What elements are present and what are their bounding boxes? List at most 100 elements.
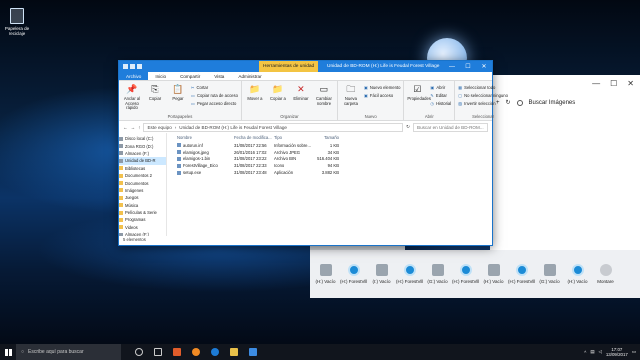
drive-tile[interactable]: (G:) Vacío bbox=[424, 264, 451, 284]
close-icon[interactable]: ✕ bbox=[627, 79, 634, 89]
drive-tile[interactable]: (H:) ForestVill... bbox=[508, 264, 535, 284]
drive-tile[interactable]: (H:) ForestVill... bbox=[396, 264, 423, 284]
nav-item[interactable]: Programas bbox=[119, 216, 166, 223]
paste-shortcut-button[interactable]: ▭ Pegar acceso directo bbox=[191, 101, 238, 106]
pin-quick-access-button[interactable]: 📌 Anclar al Acceso rápido bbox=[122, 83, 142, 113]
nav-item[interactable]: Juegos bbox=[119, 194, 166, 201]
drive-tile[interactable]: (H:) Vacío bbox=[564, 264, 591, 284]
close-button[interactable]: ✕ bbox=[476, 61, 492, 72]
select-all-button[interactable]: ▦ Seleccionar todo bbox=[458, 85, 508, 90]
invert-selection-button[interactable]: ▨ Invertir selección bbox=[458, 101, 508, 106]
edge-icon[interactable] bbox=[211, 348, 219, 356]
drive-tile[interactable]: (H:) Vacío bbox=[480, 264, 507, 284]
recycle-bin-shortcut[interactable]: Papelera de reciclaje bbox=[4, 8, 30, 36]
maximize-icon[interactable]: ☐ bbox=[610, 79, 617, 89]
new-folder-icon[interactable] bbox=[137, 64, 142, 69]
nav-item[interactable]: Música bbox=[119, 202, 166, 209]
media-player-icon[interactable] bbox=[173, 348, 181, 356]
file-row[interactable]: setup.exe 31/08/2017 23:48 Aplicación 3.882… bbox=[177, 169, 492, 176]
drive-tile[interactable]: (H:) ForestVill... bbox=[452, 264, 479, 284]
chevron-up-icon[interactable]: ^ bbox=[584, 350, 586, 355]
copy-to-button[interactable]: 📁 Copiar a bbox=[268, 83, 288, 113]
column-name[interactable]: Nombre bbox=[177, 135, 234, 140]
history-button[interactable]: ◷ Historial bbox=[430, 101, 451, 106]
breadcrumb-drive[interactable]: Unidad de BD-ROM (H:) Life is Feudal For… bbox=[179, 125, 287, 130]
microphone-icon[interactable] bbox=[135, 348, 143, 356]
notifications-icon[interactable]: ▭ bbox=[632, 349, 636, 355]
cut-button[interactable]: ✂ Cortar bbox=[191, 85, 238, 90]
nav-item-label: Documentos 2 bbox=[125, 173, 152, 179]
new-item-button[interactable]: ▣ Nuevo elemento bbox=[364, 85, 400, 90]
drive-tile-label: Montare bbox=[597, 279, 614, 284]
context-tab-label[interactable]: Herramientas de unidad bbox=[259, 61, 319, 72]
file-row[interactable]: elamigos-1.bin 31/08/2017 23:22 Archivo BI… bbox=[177, 156, 492, 163]
delete-button[interactable]: ✕ Eliminar bbox=[291, 83, 311, 113]
forward-icon[interactable]: → bbox=[131, 125, 136, 130]
tab-vista[interactable]: Vista bbox=[207, 72, 231, 80]
store-icon[interactable] bbox=[249, 348, 257, 356]
volume-icon[interactable]: ◁ bbox=[598, 349, 601, 355]
drive-tile[interactable]: (H:) Vacío bbox=[312, 264, 339, 284]
drive-tile[interactable]: (I:) Vacío bbox=[368, 264, 395, 284]
file-date: 31/08/2017 22:56 bbox=[234, 142, 267, 148]
search-input[interactable]: Buscar en Unidad de BD-ROM... bbox=[413, 122, 488, 132]
tab-compartir[interactable]: Compartir bbox=[173, 72, 207, 80]
minimize-button[interactable]: — bbox=[444, 61, 460, 72]
up-icon[interactable]: ↑ bbox=[138, 125, 140, 130]
new-folder-button[interactable]: 🗀 Nueva carpeta bbox=[341, 83, 361, 113]
file-explorer-icon[interactable] bbox=[230, 348, 238, 356]
nav-item[interactable]: Películas & Serie bbox=[119, 209, 166, 216]
tab-administrar[interactable]: Administrar bbox=[231, 72, 268, 80]
edit-button[interactable]: ✎ Editar bbox=[430, 93, 451, 98]
folder-icon[interactable] bbox=[123, 64, 128, 69]
network-icon[interactable]: ▤ bbox=[590, 349, 594, 355]
minimize-icon[interactable]: — bbox=[592, 79, 600, 89]
drive-tile[interactable]: (H:) ForestVill... bbox=[340, 264, 367, 284]
properties-button[interactable]: ☑ Propiedades bbox=[407, 83, 431, 113]
drive-tile[interactable]: Montare bbox=[592, 264, 619, 284]
easy-access-button[interactable]: ▣ Fácil acceso bbox=[364, 93, 400, 98]
tab-archivo[interactable]: Archivo bbox=[119, 72, 149, 80]
file-row[interactable]: ForestVillage_Eico 31/08/2017 22:33 Icono 9… bbox=[177, 162, 492, 169]
address-bar[interactable]: Este equipo › Unidad de BD-ROM (H:) Life… bbox=[143, 122, 404, 132]
breadcrumb-this-pc[interactable]: Este equipo bbox=[147, 125, 171, 130]
clock[interactable]: 17:07 13/09/2017 bbox=[606, 347, 628, 357]
column-date[interactable]: Fecha de modifica... bbox=[234, 135, 274, 140]
nav-item[interactable]: Documentos bbox=[119, 179, 166, 186]
nav-item[interactable]: Videos bbox=[119, 224, 166, 231]
task-view-icon[interactable] bbox=[154, 348, 162, 356]
file-row[interactable]: elamigos.jpeg 26/01/2016 17:02 Archivo JPE… bbox=[177, 149, 492, 156]
background-search[interactable]: + ↻ Buscar Imágenes bbox=[490, 99, 640, 106]
firefox-icon[interactable] bbox=[192, 348, 200, 356]
group-caption: Nuevo bbox=[364, 114, 377, 119]
file-row[interactable]: autorun.inf 31/08/2017 22:56 Información s… bbox=[177, 142, 492, 149]
refresh-icon[interactable]: ↻ bbox=[406, 124, 410, 130]
taskbar-search[interactable]: ○ Escribe aquí para buscar bbox=[16, 344, 121, 360]
nav-item[interactable]: Imágenes bbox=[119, 187, 166, 194]
properties-icon[interactable] bbox=[130, 64, 135, 69]
rename-button[interactable]: ▭ Cambiar nombre bbox=[314, 83, 334, 113]
select-none-button[interactable]: ▢ No seleccionar ninguno bbox=[458, 93, 508, 98]
file-type: Archivo BIN bbox=[274, 156, 297, 162]
paste-button[interactable]: 📋 Pegar bbox=[168, 83, 188, 113]
nav-item[interactable]: Zona RGO (D:) bbox=[119, 142, 166, 149]
nav-item[interactable]: Documentos 2 bbox=[119, 172, 166, 179]
title-bar[interactable]: Herramientas de unidad Unidad de BD-ROM … bbox=[119, 61, 492, 72]
tab-inicio[interactable]: Inicio bbox=[148, 72, 173, 80]
nav-item[interactable]: Unidad de BD-R bbox=[119, 157, 166, 165]
drive-tile[interactable]: (G:) Vacío bbox=[536, 264, 563, 284]
move-icon: 📁 bbox=[249, 84, 261, 95]
back-icon[interactable]: ← bbox=[123, 125, 128, 130]
start-button[interactable] bbox=[0, 344, 16, 360]
open-button[interactable]: ▣ Abrir bbox=[430, 85, 451, 90]
copy-button[interactable]: ⎘ Copiar bbox=[145, 83, 165, 113]
nav-item-label: Bibliotecas bbox=[125, 165, 146, 171]
nav-item[interactable]: Disco local (C:) bbox=[119, 135, 166, 142]
move-to-button[interactable]: 📁 Mover a bbox=[245, 83, 265, 113]
column-type[interactable]: Tipo bbox=[274, 135, 316, 140]
maximize-button[interactable]: ☐ bbox=[460, 61, 476, 72]
nav-item[interactable]: Almacen (F:) bbox=[119, 150, 166, 157]
copy-path-button[interactable]: ▭ Copiar ruta de acceso bbox=[191, 93, 238, 98]
column-size[interactable]: Tamaño bbox=[316, 135, 339, 140]
nav-item[interactable]: Bibliotecas bbox=[119, 165, 166, 172]
